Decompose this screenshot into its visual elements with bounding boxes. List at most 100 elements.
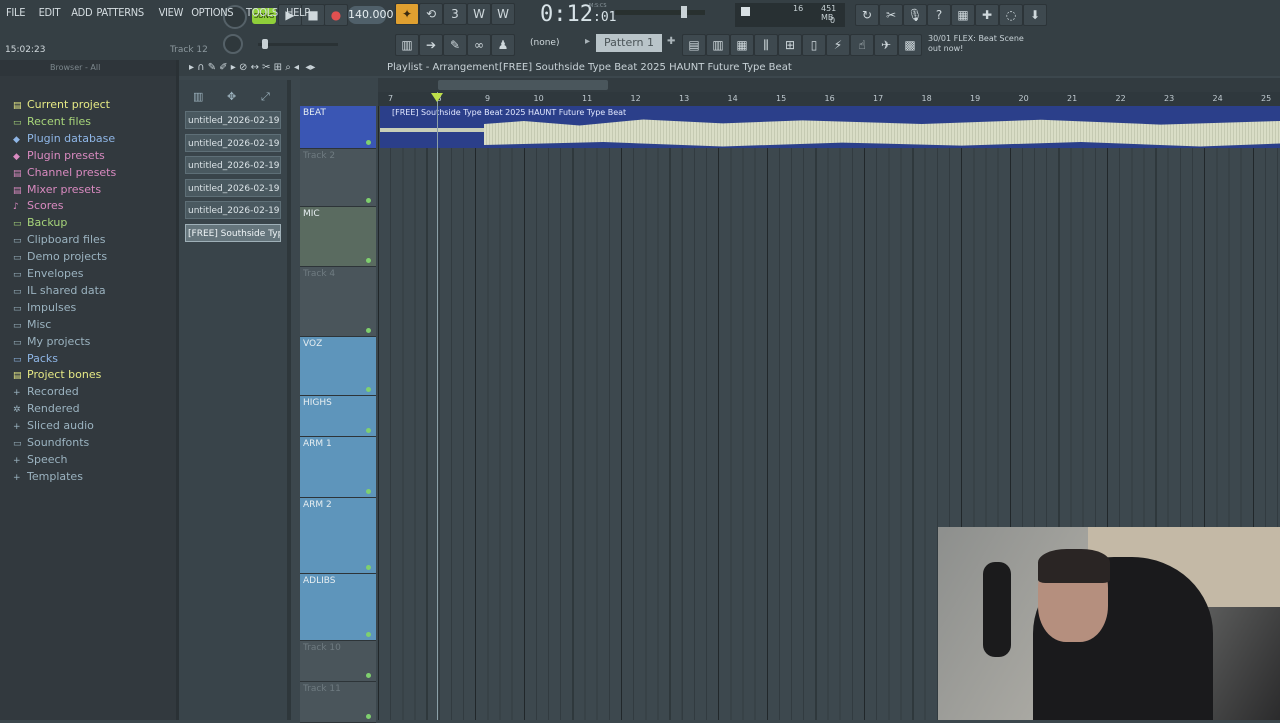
track-active-led[interactable] [366,632,371,637]
browser-item-project-bones[interactable]: ▤ Project bones [13,367,101,383]
menu-edit[interactable]: EDIT [39,6,61,19]
track-header[interactable]: MIC [300,207,376,267]
browser-item-clipboard-files[interactable]: ▭ Clipboard files [13,232,106,248]
pattern-clip-item[interactable]: untitled_2026-02-19 20-... [185,156,281,175]
browser-item-my-projects[interactable]: ▭ My projects [13,334,90,350]
master-pitch-slider[interactable] [615,6,705,18]
browser-item-recorded[interactable]: + Recorded [13,384,79,400]
track-header[interactable]: Track 2 [300,149,376,207]
track-active-led[interactable] [366,328,371,333]
track-active-led[interactable] [366,198,371,203]
browser-item-templates[interactable]: + Templates [13,469,83,485]
track-active-led[interactable] [366,565,371,570]
pattern-prev-icon[interactable]: ▸ [585,36,590,47]
undo-icon[interactable]: ↻ [855,4,879,26]
arrow-icon[interactable]: ➔ [419,34,443,56]
cut-icon[interactable]: ✂ [879,4,903,26]
menu-tools[interactable]: TOOLS [246,6,278,19]
picker-pattern-icon[interactable]: ▥ [193,90,203,103]
browser-item-mixer-presets[interactable]: ▤ Mixer presets [13,182,101,198]
pattern-clip-item[interactable]: untitled_2026-02-19 20-... [185,178,281,197]
browser-item-scores[interactable]: ♪ Scores [13,198,64,214]
snap-selector[interactable]: (none) [530,38,559,48]
playlist-window-icon[interactable]: ▤ [682,34,706,56]
track-header[interactable]: HIGHS [300,396,376,437]
brush-icon[interactable]: ✎ [443,34,467,56]
help-icon[interactable]: ? [927,4,951,26]
track-header[interactable]: Track 11 [300,682,376,723]
metronome-button[interactable]: ✦ [395,3,419,25]
menu-options[interactable]: OPTIONS [191,6,233,19]
track-active-led[interactable] [366,673,371,678]
browser-item-demo-projects[interactable]: ▭ Demo projects [13,249,107,265]
pattern-clip-item[interactable]: [FREE] Southside Typ... [185,224,281,242]
menu-view[interactable]: VIEW [159,6,184,19]
browser-icon[interactable]: ▯ [802,34,826,56]
plug-icon[interactable]: ⚡ [826,34,850,56]
browser-item-impulses[interactable]: ▭ Impulses [13,300,76,316]
plugin-picker-icon[interactable]: ⊞ [778,34,802,56]
pattern-selector[interactable]: Pattern 1 [596,34,662,52]
playlist-toolbar-icons[interactable]: ▸ ∩ ✎ ✐ ▸ ⊘ ↔ ✂ ⊞ ⌕ ◂ ◂▸ [189,62,315,73]
playlist-scrollbar[interactable] [378,78,1280,92]
plugin-icon[interactable]: ✚ [975,4,999,26]
pattern-clip-item[interactable]: untitled_2026-02-19 20-... [185,111,281,129]
chat-icon[interactable]: ◌ [999,4,1023,26]
browser-item-plugin-presets[interactable]: ◆ Plugin presets [13,148,105,164]
templates-icon[interactable]: ▩ [898,34,922,56]
track-active-led[interactable] [366,489,371,494]
master-pitch-knob[interactable] [223,34,243,54]
mixer-icon[interactable]: ⫼ [754,34,778,56]
picker-automation-icon[interactable]: ⤢ [261,90,270,104]
loop-record-button[interactable]: ⟲ [419,3,443,25]
track-header[interactable]: Track 10 [300,641,376,682]
mic-icon[interactable]: 🎙 [903,4,927,26]
arrangement-slider[interactable] [258,39,338,49]
browser-item-backup[interactable]: ▭ Backup [13,215,67,231]
track-header[interactable]: Track 4 [300,267,376,337]
track-header[interactable]: ARM 1 [300,437,376,498]
menu-help[interactable]: HELP [286,6,310,19]
playhead[interactable] [437,92,438,720]
browser-item-soundfonts[interactable]: ▭ Soundfonts [13,435,89,451]
browser-item-recent-files[interactable]: ▭ Recent files [13,114,91,130]
mixer-window-icon[interactable]: ▥ [706,34,730,56]
track-active-led[interactable] [366,714,371,719]
track-active-led[interactable] [366,258,371,263]
browser-item-rendered[interactable]: ✲ Rendered [13,401,80,417]
browser-item-misc[interactable]: ▭ Misc [13,317,51,333]
track-active-led[interactable] [366,140,371,145]
record-button[interactable]: ● [324,4,348,26]
pattern-add-icon[interactable]: ✚ [667,36,675,47]
save-icon[interactable]: ▦ [951,4,975,26]
piano-roll-icon[interactable]: ▥ [395,34,419,56]
menu-file[interactable]: FILE [6,6,25,19]
menu-patterns[interactable]: PATTERNS [96,6,144,19]
browser-item-plugin-database[interactable]: ◆ Plugin database [13,131,115,147]
tools-icon[interactable]: ✈ [874,34,898,56]
browser-item-il-shared-data[interactable]: ▭ IL shared data [13,283,106,299]
pattern-clip-item[interactable]: untitled_2026-02-19 20-... [185,201,281,220]
browser-item-envelopes[interactable]: ▭ Envelopes [13,266,83,282]
download-icon[interactable]: ⬇ [1023,4,1047,26]
touch-icon[interactable]: ☝ [850,34,874,56]
pattern-clip-item[interactable]: untitled_2026-02-19 20-... [185,133,281,152]
track-header[interactable]: ARM 2 [300,498,376,574]
playhead-marker[interactable] [431,93,443,102]
browser-item-speech[interactable]: + Speech [13,452,68,468]
browser-item-sliced-audio[interactable]: + Sliced audio [13,418,94,434]
blend-notes-button[interactable]: W [467,3,491,25]
track-header[interactable]: ADLIBS [300,574,376,641]
menu-add[interactable]: ADD [71,6,92,19]
tempo-display[interactable]: 140.000 [348,6,394,24]
browser-item-current-project[interactable]: ▤ Current project [13,97,110,113]
track-header[interactable]: BEAT [300,106,376,149]
track-active-led[interactable] [366,428,371,433]
channel-rack-icon[interactable]: ▦ [730,34,754,56]
picker-audio-icon[interactable]: ✥ [227,90,236,103]
browser-item-packs[interactable]: ▭ Packs [13,351,58,367]
step-edit-button[interactable]: 3 [443,3,467,25]
track-header[interactable]: VOZ [300,337,376,396]
track-active-led[interactable] [366,387,371,392]
timeline-ruler[interactable]: 7 8 9 10 11 12 13 14 15 16 17 18 19 20 21 22 23 24 25 [378,92,1280,106]
